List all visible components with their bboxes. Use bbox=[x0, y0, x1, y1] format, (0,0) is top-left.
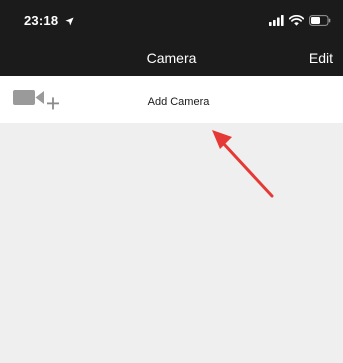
add-camera-label: Add Camera bbox=[147, 96, 210, 108]
status-time: 23:18 bbox=[24, 13, 74, 28]
camera-screen: 23:18 Camera Edit Add Camera bbox=[0, 0, 343, 363]
status-time-text: 23:18 bbox=[24, 13, 59, 28]
battery-icon bbox=[309, 14, 331, 26]
wifi-icon bbox=[289, 14, 304, 26]
location-arrow-icon bbox=[65, 17, 74, 26]
status-bar: 23:18 bbox=[0, 0, 343, 40]
edit-button[interactable]: Edit bbox=[309, 50, 333, 66]
cellular-signal-icon bbox=[269, 14, 284, 26]
add-camera-row[interactable]: Add Camera bbox=[0, 76, 343, 123]
navigation-bar: Camera Edit bbox=[0, 40, 343, 76]
camera-list-area bbox=[0, 123, 343, 363]
page-title: Camera bbox=[146, 50, 197, 66]
status-icons bbox=[269, 12, 331, 28]
